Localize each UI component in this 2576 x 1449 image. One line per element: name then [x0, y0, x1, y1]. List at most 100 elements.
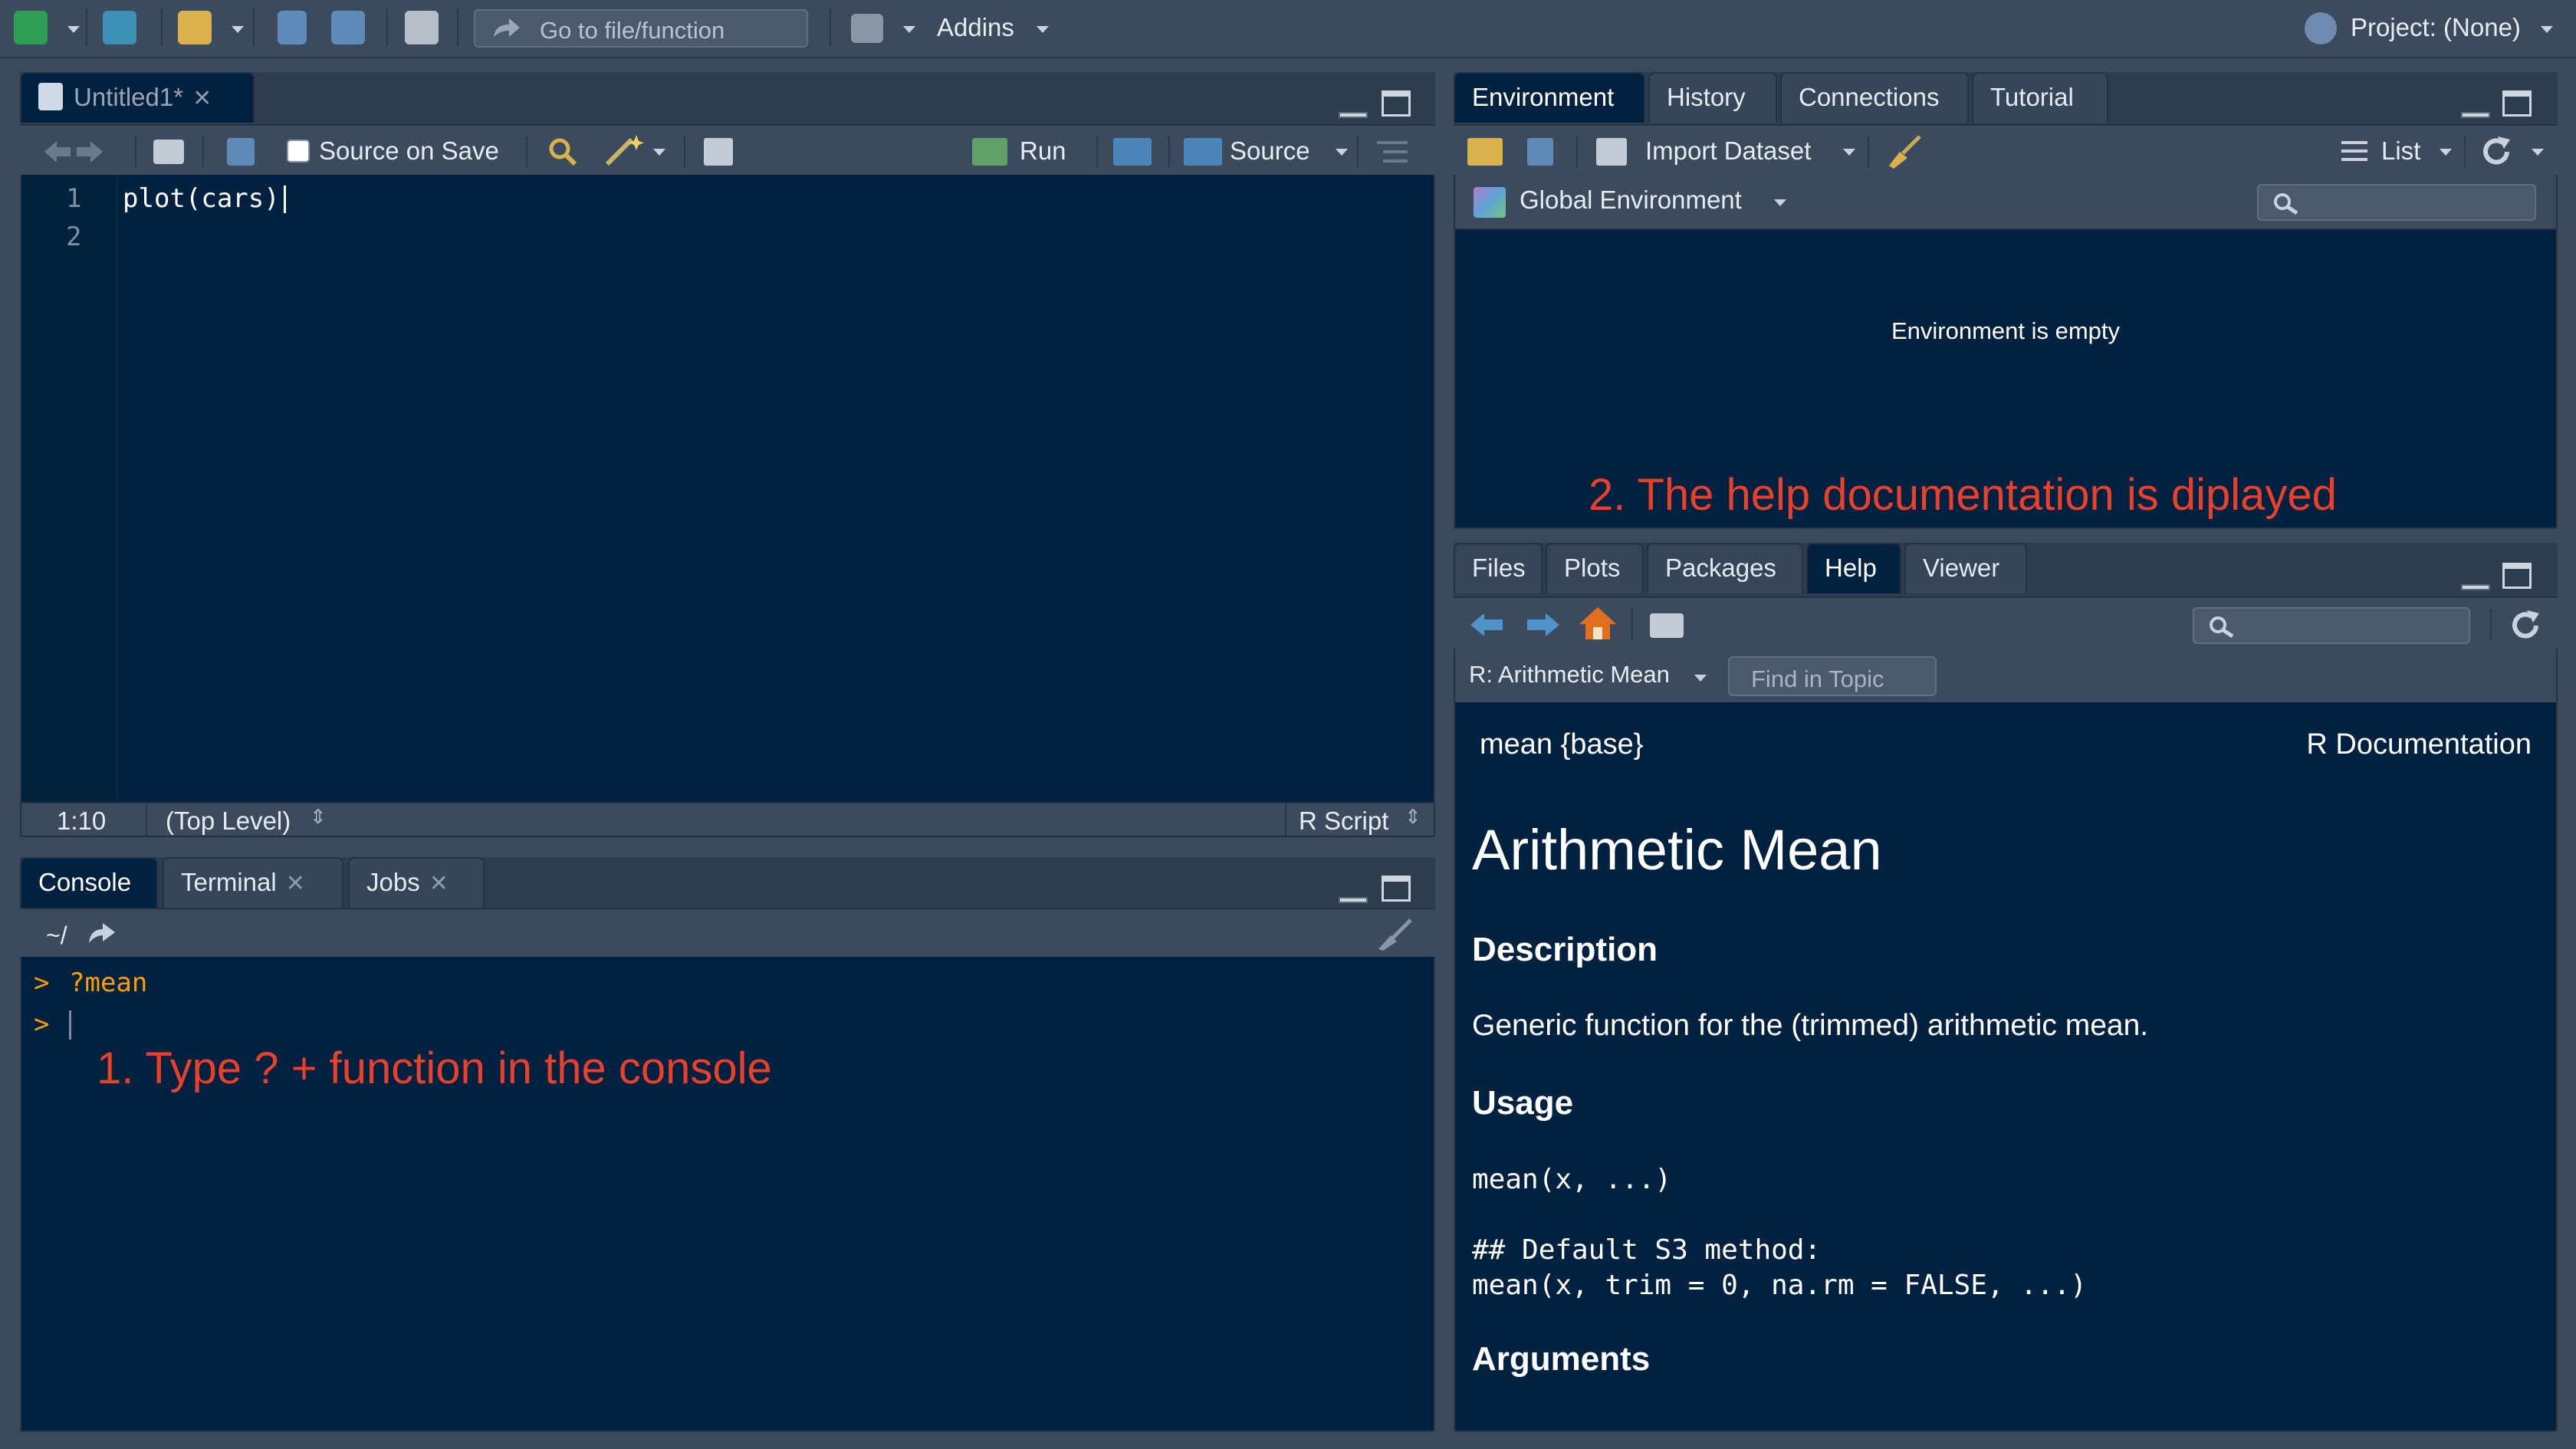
- show-in-window-icon[interactable]: [153, 140, 184, 164]
- chevron-down-icon[interactable]: [2541, 26, 2553, 33]
- annotation-step1: 1. Type ? + function in the console: [97, 1043, 772, 1093]
- addins-menu[interactable]: Addins: [937, 13, 1014, 42]
- tab-untitled1[interactable]: Untitled1* ✕: [20, 72, 255, 123]
- maximize-icon[interactable]: [1382, 876, 1411, 902]
- maximize-icon[interactable]: [2502, 90, 2532, 117]
- editor-body[interactable]: 1 2 plot(cars): [20, 175, 1435, 803]
- chevron-down-icon[interactable]: [653, 149, 665, 156]
- tab-console[interactable]: Console: [20, 857, 158, 908]
- compile-report-icon[interactable]: [704, 138, 733, 166]
- chevron-down-icon[interactable]: [1843, 149, 1855, 156]
- broom-icon[interactable]: [1888, 135, 1923, 169]
- grid-layout-icon[interactable]: [851, 14, 883, 43]
- tab-packages[interactable]: Packages: [1647, 543, 1803, 593]
- maximize-icon[interactable]: [2502, 563, 2532, 589]
- tab-plots[interactable]: Plots: [1546, 543, 1644, 593]
- console-cursor[interactable]: [69, 1010, 71, 1040]
- project-menu[interactable]: Project: (None): [2351, 13, 2521, 42]
- minimize-icon[interactable]: [2461, 567, 2490, 590]
- save-icon[interactable]: [227, 138, 255, 166]
- close-icon[interactable]: ✕: [192, 86, 212, 111]
- line-number: 1: [66, 183, 82, 214]
- minimize-icon[interactable]: [1339, 95, 1368, 118]
- magic-wand-icon[interactable]: [603, 133, 646, 169]
- editor-tabstrip: Untitled1* ✕: [20, 72, 1435, 126]
- arguments-heading: Arguments: [1472, 1340, 1651, 1378]
- save-icon[interactable]: [278, 11, 307, 44]
- global-environment-selector[interactable]: Global Environment: [1520, 186, 1742, 215]
- annotation-step2: 2. The help documentation is diplayed: [1589, 470, 2337, 520]
- outline-icon[interactable]: [1377, 138, 1408, 166]
- updown-icon[interactable]: ⇕: [310, 805, 327, 829]
- close-icon[interactable]: ✕: [429, 871, 449, 896]
- forward-arrow-icon[interactable]: [1526, 612, 1561, 638]
- source-button[interactable]: Source: [1230, 136, 1310, 166]
- line-gutter: [21, 175, 118, 802]
- chevron-down-icon[interactable]: [1694, 675, 1707, 682]
- tab-tutorial[interactable]: Tutorial: [1972, 72, 2108, 123]
- minimize-icon[interactable]: [1339, 880, 1368, 903]
- tab-label: Viewer: [1923, 554, 2000, 582]
- environment-search-input[interactable]: [2257, 184, 2536, 221]
- save-all-icon[interactable]: [331, 11, 365, 44]
- broom-icon[interactable]: [1377, 918, 1414, 951]
- scope-selector[interactable]: (Top Level): [166, 807, 291, 836]
- chevron-down-icon[interactable]: [2440, 149, 2452, 156]
- chevron-down-icon[interactable]: [1774, 199, 1786, 206]
- run-button[interactable]: Run: [1020, 136, 1066, 166]
- tab-history[interactable]: History: [1648, 72, 1777, 123]
- console-body[interactable]: > ?mean > 1. Type ? + function in the co…: [20, 957, 1435, 1432]
- chevron-down-icon[interactable]: [232, 26, 244, 33]
- open-folder-icon[interactable]: [1467, 138, 1503, 166]
- tab-environment[interactable]: Environment: [1454, 72, 1645, 123]
- home-icon[interactable]: [1578, 606, 1618, 641]
- code-line[interactable]: plot(cars): [123, 179, 280, 218]
- print-icon[interactable]: [405, 11, 439, 44]
- rerun-icon[interactable]: [1113, 138, 1152, 166]
- maximize-icon[interactable]: [1382, 90, 1411, 117]
- go-to-directory-icon[interactable]: [86, 920, 117, 945]
- console-input-line: ?mean: [69, 968, 148, 998]
- r-file-icon: [38, 83, 63, 110]
- tab-help[interactable]: Help: [1806, 543, 1901, 593]
- go-to-file-input[interactable]: Go to file/function: [474, 9, 808, 48]
- find-in-topic-input[interactable]: Find in Topic: [1728, 656, 1937, 696]
- tab-files[interactable]: Files: [1454, 543, 1543, 593]
- chevron-down-icon[interactable]: [2532, 149, 2544, 156]
- view-mode-selector[interactable]: List: [2381, 136, 2420, 166]
- chevron-down-icon[interactable]: [903, 26, 915, 33]
- refresh-icon[interactable]: [2479, 135, 2513, 169]
- back-forward-icon[interactable]: [43, 138, 104, 166]
- close-icon[interactable]: ✕: [286, 871, 305, 896]
- minimize-icon[interactable]: [2461, 95, 2490, 118]
- new-file-icon[interactable]: [14, 11, 48, 44]
- save-icon[interactable]: [1527, 138, 1553, 166]
- tab-viewer[interactable]: Viewer: [1904, 543, 2027, 593]
- source-icon: [1184, 138, 1222, 166]
- tab-connections[interactable]: Connections: [1780, 72, 1969, 123]
- tab-label: Plots: [1564, 554, 1621, 582]
- chevron-down-icon[interactable]: [67, 26, 80, 33]
- file-type-selector[interactable]: R Script: [1299, 807, 1388, 836]
- environment-selector-bar: Global Environment: [1454, 175, 2558, 230]
- tab-terminal[interactable]: Terminal ✕: [163, 857, 343, 908]
- back-arrow-icon[interactable]: [1469, 612, 1504, 638]
- help-toolbar: [1454, 596, 2558, 650]
- refresh-icon[interactable]: [2509, 609, 2542, 642]
- help-topic-selector[interactable]: R: Arithmetic Mean: [1469, 661, 1670, 688]
- open-folder-icon[interactable]: [178, 11, 212, 44]
- cursor-position: 1:10: [57, 807, 107, 835]
- source-on-save-checkbox[interactable]: [287, 140, 310, 163]
- tab-jobs[interactable]: Jobs ✕: [348, 857, 485, 908]
- show-in-window-icon[interactable]: [1650, 613, 1684, 638]
- help-tabstrip: Files Plots Packages Help Viewer: [1454, 543, 2558, 598]
- help-search-input[interactable]: [2193, 607, 2470, 644]
- r-project-icon: [2305, 12, 2337, 44]
- import-dataset-button[interactable]: Import Dataset: [1645, 136, 1811, 166]
- chevron-down-icon[interactable]: [1336, 149, 1348, 156]
- new-project-icon[interactable]: [103, 11, 136, 44]
- search-icon[interactable]: [547, 136, 578, 167]
- chevron-down-icon[interactable]: [1037, 26, 1049, 33]
- console-tabstrip: Console Terminal ✕ Jobs ✕: [20, 857, 1435, 909]
- updown-icon[interactable]: ⇕: [1405, 805, 1421, 829]
